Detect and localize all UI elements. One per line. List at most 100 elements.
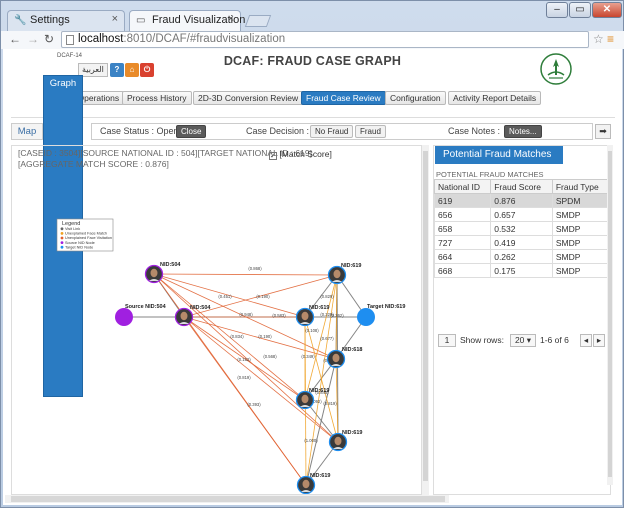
case-decision-label: Case Decision : [246, 126, 310, 136]
tab-settings[interactable]: 🔧 Settings × [7, 10, 125, 31]
match-score-checkbox[interactable]: ✓ [269, 152, 277, 160]
divider [11, 117, 615, 118]
edge-score-label: (0.349) [301, 354, 315, 359]
nid-619-node-h: NID:619 [296, 473, 330, 494]
edge-score-label: (0.819) [323, 401, 337, 406]
edge-score-label: (0.108) [305, 328, 319, 333]
graph-edge [153, 273, 338, 276]
close-case-button[interactable]: Close [176, 125, 207, 138]
next-page-icon[interactable]: ▸ [593, 334, 605, 347]
nid-618-node-e: NID:618 [326, 347, 362, 369]
col-fraud-type[interactable]: Fraud Type [551, 179, 611, 194]
bookmark-star-icon[interactable]: ☆ [593, 32, 604, 46]
browser-toolbar: ← → ↻ localhost:8010/DCAF/#fraudvisualiz… [1, 31, 624, 49]
node-label: NID:504 [190, 305, 211, 311]
col-fraud-score[interactable]: Fraud Score [490, 179, 553, 194]
nav-configuration[interactable]: Configuration [385, 91, 446, 105]
browser-menu-icon[interactable]: ≡ [607, 32, 614, 46]
page-number-input[interactable]: 1 [438, 334, 456, 347]
new-tab-button[interactable] [244, 15, 272, 27]
graph-vertical-scrollbar[interactable] [421, 145, 429, 495]
page-icon [66, 35, 74, 45]
table-row[interactable]: 658 0.532 SMDP [433, 221, 611, 236]
table-row[interactable]: 727 0.419 SMDP [433, 235, 611, 250]
notes-button[interactable]: Notes... [504, 125, 542, 138]
cell-fraud-type: SMDP [551, 207, 611, 222]
maximize-button[interactable]: ▭ [569, 2, 591, 18]
web-page: DCAF-14 العربية ? ⌂ ⏻ DCAF: FRAUD CASE G… [3, 49, 622, 505]
close-tab-icon[interactable]: × [228, 13, 234, 25]
close-tab-icon[interactable]: × [112, 13, 118, 25]
close-window-button[interactable]: ✕ [592, 2, 622, 18]
reload-icon[interactable]: ↻ [44, 32, 54, 46]
fraud-matches-subtitle: POTENTIAL FRAUD MATCHES [436, 170, 544, 179]
legend-item: Target NID Node [60, 245, 93, 249]
minimize-button[interactable]: – [546, 2, 568, 18]
table-pager: 1 Show rows: 20 ▾ 1-6 of 6 ◂ ▸ [438, 334, 608, 348]
fraud-matches-title[interactable]: Potential Fraud Matches [435, 146, 563, 164]
emblem-logo-icon [540, 53, 572, 85]
fraud-case-graph[interactable]: (0.868)(0.451) (0.190) (0.829)(0.948) (0.32… [12, 172, 428, 494]
edge-score-label: (1.000) [304, 438, 318, 443]
arrow-right-icon[interactable]: ➡ [595, 124, 611, 139]
edge-score-label: (0.677) [320, 336, 334, 341]
graph-legend: Legend Visit LinkUnexplained Face MatchU… [56, 218, 114, 252]
edge-score-label: (0.948) [239, 312, 253, 317]
table-row[interactable]: 656 0.657 SMDP [433, 207, 611, 222]
svg-text:Unexplained Face Match: Unexplained Face Match [65, 232, 107, 236]
nav-fraud-case-review[interactable]: Fraud Case Review [301, 91, 386, 105]
cell-national-id: 664 [433, 249, 492, 264]
svg-text:Source NID Node: Source NID Node [65, 241, 95, 245]
col-national-id[interactable]: National ID [433, 179, 492, 194]
tab-settings-label: Settings [30, 14, 70, 26]
edge-score-label: (0.451) [218, 294, 232, 299]
nid-619-node-c: NID:619 [327, 263, 361, 285]
cell-fraud-score: 0.262 [490, 249, 553, 264]
table-row[interactable]: 619 0.876 SPDM [433, 193, 611, 208]
node-label: NID:619 [309, 305, 329, 311]
cell-fraud-score: 0.419 [490, 235, 553, 250]
page-range-label: 1-6 of 6 [540, 335, 569, 345]
fraud-button[interactable]: Fraud [355, 125, 386, 138]
table-row[interactable]: 664 0.262 SMDP [433, 249, 611, 264]
edge-score-label: (0.829) [320, 294, 334, 299]
back-icon[interactable]: ← [9, 32, 21, 46]
page-icon: ▭ [136, 15, 146, 26]
edge-score-label: (0.152) [237, 357, 251, 362]
prev-page-icon[interactable]: ◂ [580, 334, 592, 347]
nid-619-node-g: NID:619 [328, 430, 362, 452]
match-score-toggle[interactable]: ✓ [Match Score] [269, 149, 332, 160]
cell-national-id: 656 [433, 207, 492, 222]
nav-process-history[interactable]: Process History [122, 91, 192, 105]
edge-score-label: (0.868) [248, 266, 262, 271]
tab-map[interactable]: Map [11, 123, 43, 140]
nav-activity-report-details[interactable]: Activity Report Details [448, 91, 542, 105]
rows-per-page-select[interactable]: 20 ▾ [510, 334, 536, 347]
svg-text:Target NID Node: Target NID Node [65, 245, 93, 249]
forward-icon[interactable]: → [27, 32, 39, 46]
cell-fraud-score: 0.175 [490, 263, 553, 278]
no-fraud-button[interactable]: No Fraud [310, 125, 354, 138]
cell-national-id: 658 [433, 221, 492, 236]
svg-text:Unexplained Face Visitation: Unexplained Face Visitation [65, 236, 112, 240]
source-nid-node: Source NID:504 [115, 304, 167, 326]
cell-national-id: 619 [433, 193, 492, 208]
table-row[interactable]: 668 0.175 SMDP [433, 263, 611, 278]
nav-2d-3d-conversion-review[interactable]: 2D-3D Conversion Review [193, 91, 304, 105]
edge-score-label: (0.393) [247, 402, 261, 407]
legend-item: Unexplained Face Visitation [60, 236, 112, 240]
fraud-matches-table: National ID Fraud Score Fraud Type 619 0.… [433, 179, 611, 278]
cell-fraud-score: 0.532 [490, 221, 553, 236]
cell-fraud-type: SPDM [551, 193, 611, 208]
tab-fraud-visualization[interactable]: ▭ Fraud Visualization | × [129, 10, 251, 31]
matches-vertical-scrollbar[interactable] [607, 145, 613, 485]
edge-score-label: (0.834) [230, 334, 244, 339]
case-status-bar: Case Status : Open Close Case Decision :… [91, 123, 593, 140]
browser-window: 🔧 Settings × ▭ Fraud Visualization | × –… [0, 0, 624, 508]
match-score-label: [Match Score] [279, 149, 332, 159]
case-status-label: Case Status : Open [100, 126, 179, 136]
address-bar[interactable]: localhost:8010/DCAF/#fraudvisualization [61, 31, 589, 48]
rows-per-page-value: 20 [514, 335, 525, 345]
page-horizontal-scrollbar[interactable] [5, 495, 449, 503]
cell-national-id: 668 [433, 263, 492, 278]
